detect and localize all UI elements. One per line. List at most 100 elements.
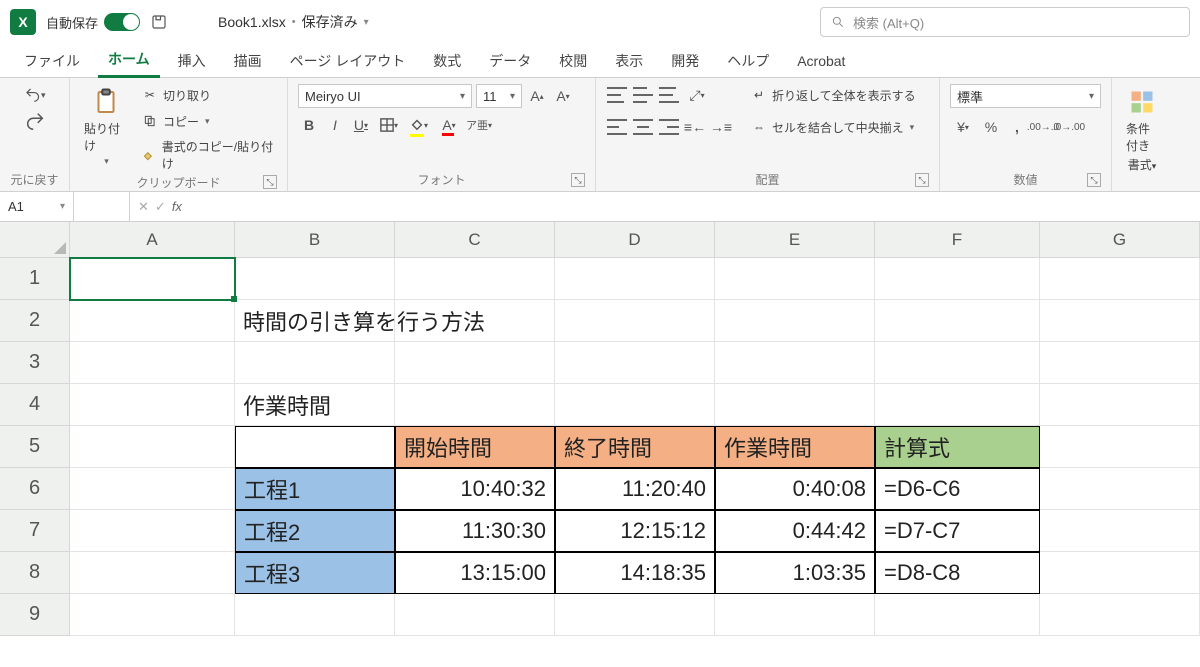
- cell-C4[interactable]: [395, 384, 555, 426]
- tab-file[interactable]: ファイル: [14, 45, 90, 77]
- cell-G2[interactable]: [1040, 300, 1200, 342]
- cell-D8[interactable]: 14:18:35: [555, 552, 715, 594]
- cell-F8[interactable]: =D8-C8: [875, 552, 1040, 594]
- tab-review[interactable]: 校閲: [549, 45, 597, 77]
- border-button[interactable]: ▾: [376, 114, 402, 136]
- cell-A6[interactable]: [70, 468, 235, 510]
- increase-decimal-button[interactable]: .00→.0: [1032, 116, 1054, 138]
- row-header-5[interactable]: 5: [0, 426, 70, 468]
- row-header-1[interactable]: 1: [0, 258, 70, 300]
- fx-icon[interactable]: fx: [172, 199, 182, 214]
- cell-D4[interactable]: [555, 384, 715, 426]
- tab-help[interactable]: ヘルプ: [717, 45, 779, 77]
- copy-button[interactable]: コピー▾: [141, 110, 277, 132]
- cell-A8[interactable]: [70, 552, 235, 594]
- row-header-6[interactable]: 6: [0, 468, 70, 510]
- cell-C6[interactable]: 10:40:32: [395, 468, 555, 510]
- cell-G6[interactable]: [1040, 468, 1200, 510]
- tab-view[interactable]: 表示: [605, 45, 653, 77]
- cell-E7[interactable]: 0:44:42: [715, 510, 875, 552]
- accounting-format-button[interactable]: ¥▾: [950, 116, 976, 138]
- align-left-button[interactable]: [606, 116, 628, 138]
- cell-E1[interactable]: [715, 258, 875, 300]
- cell-G9[interactable]: [1040, 594, 1200, 636]
- tab-formulas[interactable]: 数式: [423, 45, 471, 77]
- cell-F5[interactable]: 計算式: [875, 426, 1040, 468]
- cell-C9[interactable]: [395, 594, 555, 636]
- cell-C8[interactable]: 13:15:00: [395, 552, 555, 594]
- bold-button[interactable]: B: [298, 114, 320, 136]
- col-header-F[interactable]: F: [875, 222, 1040, 258]
- undo-button[interactable]: ▾: [24, 84, 46, 106]
- col-header-G[interactable]: G: [1040, 222, 1200, 258]
- col-header-B[interactable]: B: [235, 222, 395, 258]
- formula-input[interactable]: [190, 192, 1200, 221]
- cell-A7[interactable]: [70, 510, 235, 552]
- conditional-formatting-button[interactable]: 条件付き 書式▾: [1122, 84, 1162, 175]
- decrease-decimal-button[interactable]: .0→.00: [1058, 116, 1080, 138]
- select-all-corner[interactable]: [0, 222, 70, 258]
- cell-D1[interactable]: [555, 258, 715, 300]
- tab-data[interactable]: データ: [479, 45, 541, 77]
- cell-E8[interactable]: 1:03:35: [715, 552, 875, 594]
- cut-button[interactable]: ✂切り取り: [141, 84, 277, 106]
- cell-G7[interactable]: [1040, 510, 1200, 552]
- cell-E4[interactable]: [715, 384, 875, 426]
- cell-A2[interactable]: [70, 300, 235, 342]
- cell-F6[interactable]: =D6-C6: [875, 468, 1040, 510]
- cell-F2[interactable]: [875, 300, 1040, 342]
- cell-D5[interactable]: 終了時間: [555, 426, 715, 468]
- cell-B2[interactable]: 時間の引き算を行う方法: [235, 300, 395, 342]
- cell-E9[interactable]: [715, 594, 875, 636]
- cell-G8[interactable]: [1040, 552, 1200, 594]
- cell-B6[interactable]: 工程1: [235, 468, 395, 510]
- toggle-on-icon[interactable]: [104, 13, 140, 31]
- paste-button[interactable]: 貼り付け ▾: [80, 84, 133, 169]
- fill-color-button[interactable]: ▾: [406, 114, 432, 136]
- cell-D9[interactable]: [555, 594, 715, 636]
- cell-G4[interactable]: [1040, 384, 1200, 426]
- italic-button[interactable]: I: [324, 114, 346, 136]
- cell-G3[interactable]: [1040, 342, 1200, 384]
- search-input[interactable]: 検索 (Alt+Q): [820, 7, 1190, 37]
- cell-F4[interactable]: [875, 384, 1040, 426]
- autosave-toggle[interactable]: 自動保存: [46, 13, 140, 32]
- underline-button[interactable]: U▾: [350, 114, 372, 136]
- col-header-D[interactable]: D: [555, 222, 715, 258]
- cell-C3[interactable]: [395, 342, 555, 384]
- decrease-font-button[interactable]: A▾: [552, 85, 574, 107]
- phonetic-button[interactable]: ア亜▾: [466, 114, 492, 136]
- row-header-9[interactable]: 9: [0, 594, 70, 636]
- cell-B5[interactable]: [235, 426, 395, 468]
- cancel-formula-icon[interactable]: ✕: [138, 199, 149, 215]
- align-center-button[interactable]: [632, 116, 654, 138]
- alignment-launcher[interactable]: ⤡: [915, 173, 929, 187]
- cell-B8[interactable]: 工程3: [235, 552, 395, 594]
- align-top-button[interactable]: [606, 84, 628, 106]
- merge-center-button[interactable]: ⇔セルを結合して中央揃え▾: [750, 116, 916, 138]
- cell-B4[interactable]: 作業時間: [235, 384, 395, 426]
- cell-B7[interactable]: 工程2: [235, 510, 395, 552]
- cell-D6[interactable]: 11:20:40: [555, 468, 715, 510]
- tab-page-layout[interactable]: ページ レイアウト: [280, 45, 416, 77]
- number-launcher[interactable]: ⤡: [1087, 173, 1101, 187]
- cell-G5[interactable]: [1040, 426, 1200, 468]
- cell-F3[interactable]: [875, 342, 1040, 384]
- row-header-2[interactable]: 2: [0, 300, 70, 342]
- cell-G1[interactable]: [1040, 258, 1200, 300]
- increase-font-button[interactable]: A▴: [526, 85, 548, 107]
- cell-C7[interactable]: 11:30:30: [395, 510, 555, 552]
- align-right-button[interactable]: [658, 116, 680, 138]
- increase-indent-button[interactable]: →≡: [710, 116, 732, 138]
- percent-button[interactable]: %: [980, 116, 1002, 138]
- clipboard-launcher[interactable]: ⤡: [263, 175, 277, 189]
- font-size-select[interactable]: 11▾: [476, 84, 522, 108]
- wrap-text-button[interactable]: ↵折り返して全体を表示する: [750, 84, 916, 106]
- name-box[interactable]: A1▾: [0, 192, 74, 221]
- enter-formula-icon[interactable]: ✓: [155, 199, 166, 215]
- filename[interactable]: Book1.xlsx • 保存済み ▾: [218, 12, 369, 32]
- cell-E6[interactable]: 0:40:08: [715, 468, 875, 510]
- comma-button[interactable]: ,: [1006, 116, 1028, 138]
- tab-acrobat[interactable]: Acrobat: [787, 47, 855, 75]
- align-bottom-button[interactable]: [658, 84, 680, 106]
